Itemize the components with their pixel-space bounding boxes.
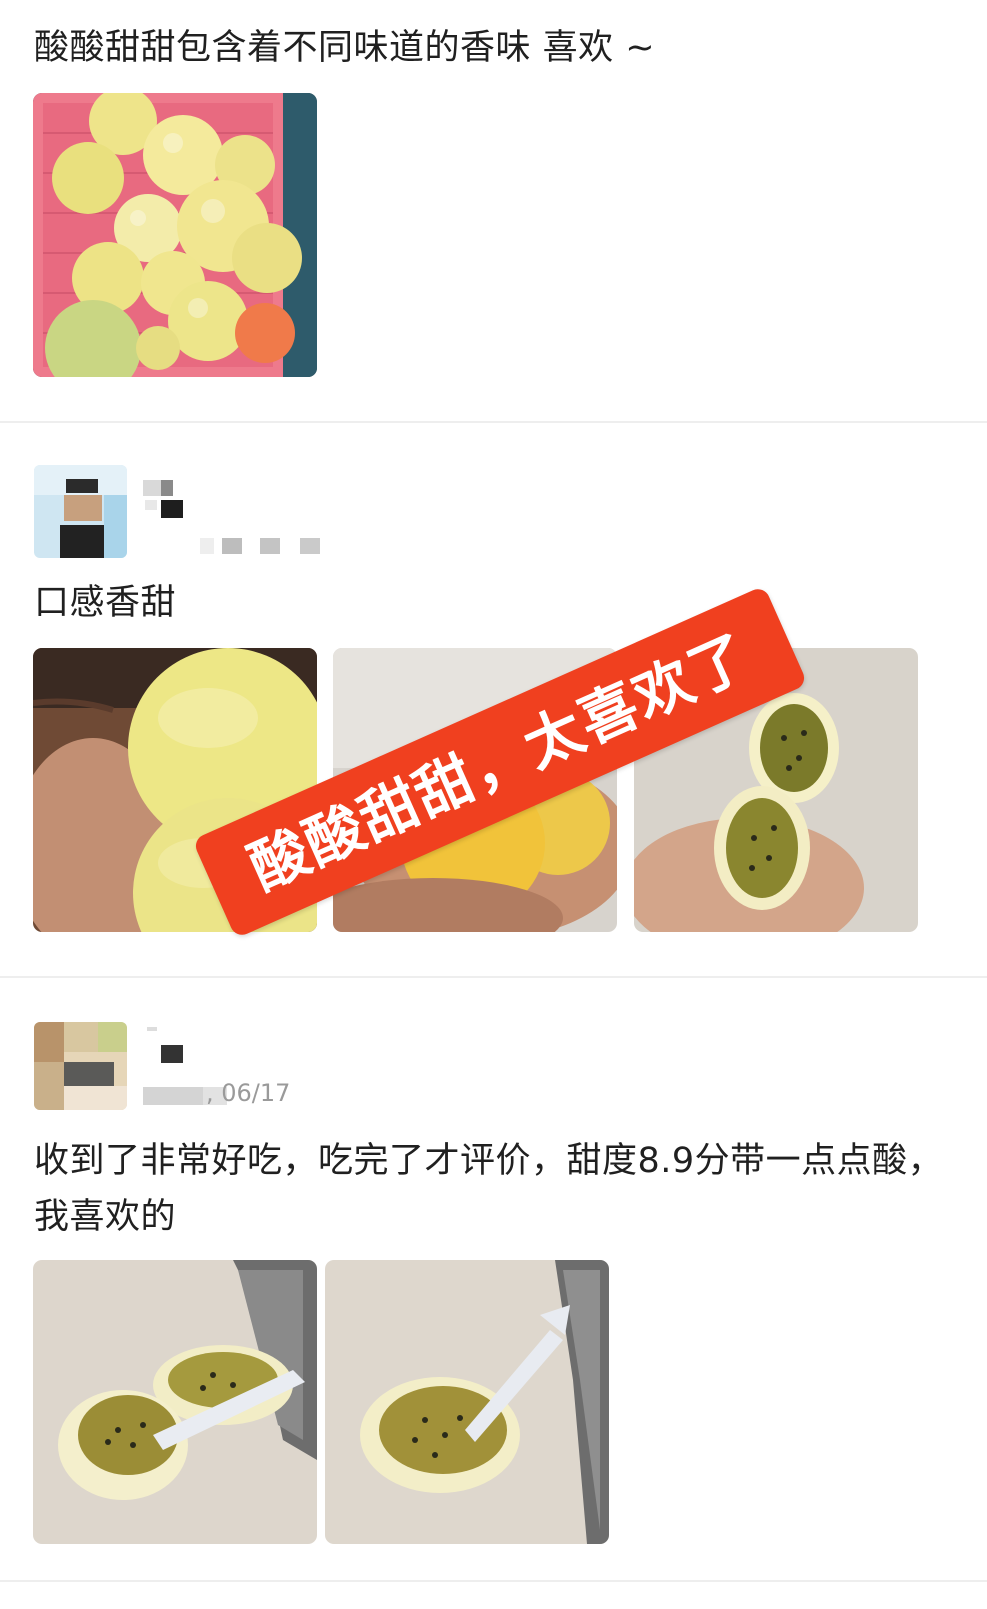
review-text: 收到了非常好吃，吃完了才评价，甜度8.9分带一点点酸，我喜欢的 — [34, 1141, 944, 1237]
username-blur — [147, 1027, 183, 1063]
review-text: 酸酸甜甜包含着不同味道的香味 喜欢 ~ — [34, 28, 656, 68]
review-divider — [0, 421, 987, 423]
cut-fruit-with-spoon-photo-1 — [33, 1260, 317, 1544]
cut-fruit-with-spoon-photo-2 — [325, 1260, 609, 1544]
review-divider — [0, 976, 987, 978]
review-photo[interactable] — [33, 1260, 317, 1544]
username-blur — [143, 480, 183, 518]
user-avatar-image — [34, 1022, 127, 1110]
review-photo[interactable] — [33, 93, 317, 377]
avatar[interactable] — [34, 1022, 127, 1110]
passion-fruit-basket-photo — [33, 93, 317, 377]
review-date-blur — [200, 538, 320, 554]
avatar[interactable] — [34, 465, 127, 558]
review-divider — [0, 1580, 987, 1582]
user-avatar-image — [34, 465, 127, 558]
review-photo[interactable] — [325, 1260, 609, 1544]
review-date: , 06/17 — [206, 1079, 291, 1107]
review-card: 酸酸甜甜包含着不同味道的香味 喜欢 ~ — [0, 0, 987, 432]
review-text: 口感香甜 — [34, 583, 177, 623]
